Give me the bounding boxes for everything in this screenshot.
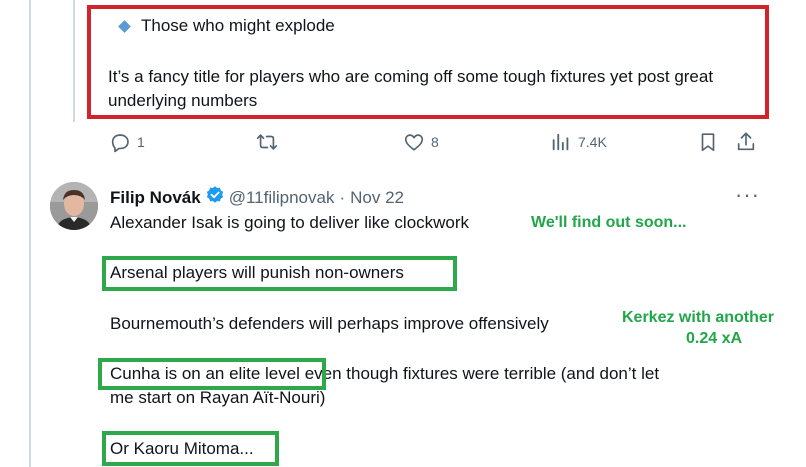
author-name[interactable]: Filip Novák: [110, 188, 201, 208]
more-options-icon[interactable]: ···: [735, 184, 760, 206]
share-button[interactable]: [735, 128, 757, 156]
red-highlight-box: [87, 5, 769, 119]
heart-icon: [404, 134, 424, 151]
like-count: 8: [431, 134, 439, 150]
like-button[interactable]: 8: [403, 128, 439, 156]
tweet-action-bar: 1 8 7.4K: [0, 128, 806, 158]
reply-thread-line: [73, 0, 75, 122]
annotation-note: We'll find out soon...: [531, 214, 687, 231]
verified-badge-icon: [205, 185, 225, 210]
header-separator: ·: [339, 187, 346, 207]
views-chart-icon: [552, 133, 569, 151]
reply-count: 1: [137, 134, 145, 150]
tweet-date[interactable]: Nov 22: [350, 188, 404, 208]
tweet-line: me start on Rayan Aït-Nouri): [110, 388, 326, 407]
green-highlight-box: [102, 256, 457, 291]
view-count: 7.4K: [578, 134, 607, 150]
bookmark-icon: [701, 133, 715, 152]
tweet-header: Filip Novák @11filipnovak · Nov 22: [110, 185, 404, 210]
green-highlight-box: [102, 431, 279, 466]
avatar[interactable]: [50, 182, 98, 230]
thread-line: [29, 0, 31, 467]
green-highlight-box: [98, 358, 326, 390]
share-icon: [737, 132, 755, 151]
views-button[interactable]: 7.4K: [550, 128, 607, 156]
bookmark-button[interactable]: [697, 128, 719, 156]
tweet-line: Bournemouth’s defenders will perhaps imp…: [110, 314, 549, 333]
annotation-note: 0.24 xA: [686, 330, 743, 347]
retweet-button[interactable]: [256, 128, 278, 156]
annotation-note: Kerkez with another: [622, 309, 775, 326]
reply-icon: [111, 134, 129, 153]
tweet-line: Alexander Isak is going to deliver like …: [110, 213, 470, 232]
author-handle[interactable]: @11filipnovak: [229, 188, 335, 208]
reply-button[interactable]: 1: [109, 128, 145, 156]
tweet-line-rest: even though fixtures were terrible (and …: [299, 364, 660, 383]
retweet-icon: [256, 134, 278, 150]
